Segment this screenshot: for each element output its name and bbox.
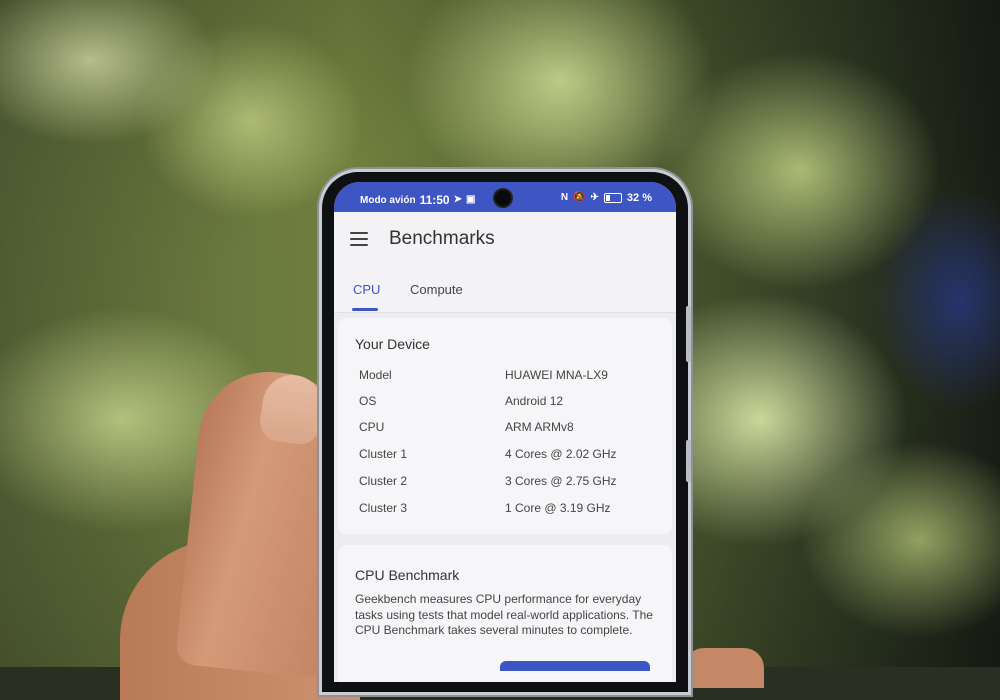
row-value: 3 Cores @ 2.75 GHz (505, 474, 617, 488)
cpu-benchmark-card: CPU Benchmark Geekbench measures CPU per… (338, 545, 672, 682)
telegram-icon: ➤ (453, 194, 462, 205)
power-button (686, 440, 691, 482)
hand-finger (684, 648, 764, 688)
tab-bar: CPU Compute (334, 268, 676, 313)
row-value: 1 Core @ 3.19 GHz (505, 501, 611, 515)
cpu-benchmark-title: CPU Benchmark (355, 567, 460, 583)
status-time: 11:50 (419, 193, 450, 207)
mute-icon: 🔕 (573, 192, 586, 203)
row-value: 4 Cores @ 2.02 GHz (505, 447, 617, 461)
page-title: Benchmarks (389, 228, 495, 249)
main-content: Your Device Model HUAWEI MNA-LX9 OS Andr… (334, 313, 676, 682)
battery-icon (603, 193, 622, 203)
row-key: OS (359, 394, 377, 408)
run-cpu-benchmark-button[interactable] (500, 661, 650, 671)
row-key: Cluster 3 (359, 501, 408, 515)
app-notification-icon: ▣ (465, 194, 476, 205)
phone-screen: Modo avión 11:50 ➤ ▣ Ν 🔕 ✈ 32 % Benchmar… (334, 182, 676, 682)
status-bar: Modo avión 11:50 ➤ ▣ Ν 🔕 ✈ 32 % (334, 182, 676, 212)
row-key: Cluster 2 (359, 474, 408, 488)
row-value: HUAWEI MNA-LX9 (505, 368, 608, 382)
battery-percent: 32 % (626, 192, 652, 204)
device-card-title: Your Device (355, 336, 430, 352)
menu-icon[interactable] (350, 232, 368, 246)
volume-button (686, 306, 691, 362)
airplane-mode-label: Modo avión (360, 194, 416, 206)
row-key: CPU (359, 420, 385, 434)
airplane-icon: ✈ (590, 192, 599, 203)
device-card: Your Device Model HUAWEI MNA-LX9 OS Andr… (338, 318, 672, 534)
row-key: Cluster 1 (359, 447, 408, 461)
row-value: Android 12 (505, 394, 564, 408)
front-camera (495, 190, 511, 206)
app-bar: Benchmarks (334, 212, 676, 268)
active-tab-indicator (352, 308, 378, 311)
row-value: ARM ARMv8 (505, 420, 574, 434)
nfc-icon: Ν (560, 192, 569, 203)
tab-cpu[interactable]: CPU (353, 282, 380, 297)
row-key: Model (359, 368, 392, 382)
tab-compute[interactable]: Compute (410, 282, 463, 297)
cpu-benchmark-description: Geekbench measures CPU performance for e… (355, 592, 653, 637)
